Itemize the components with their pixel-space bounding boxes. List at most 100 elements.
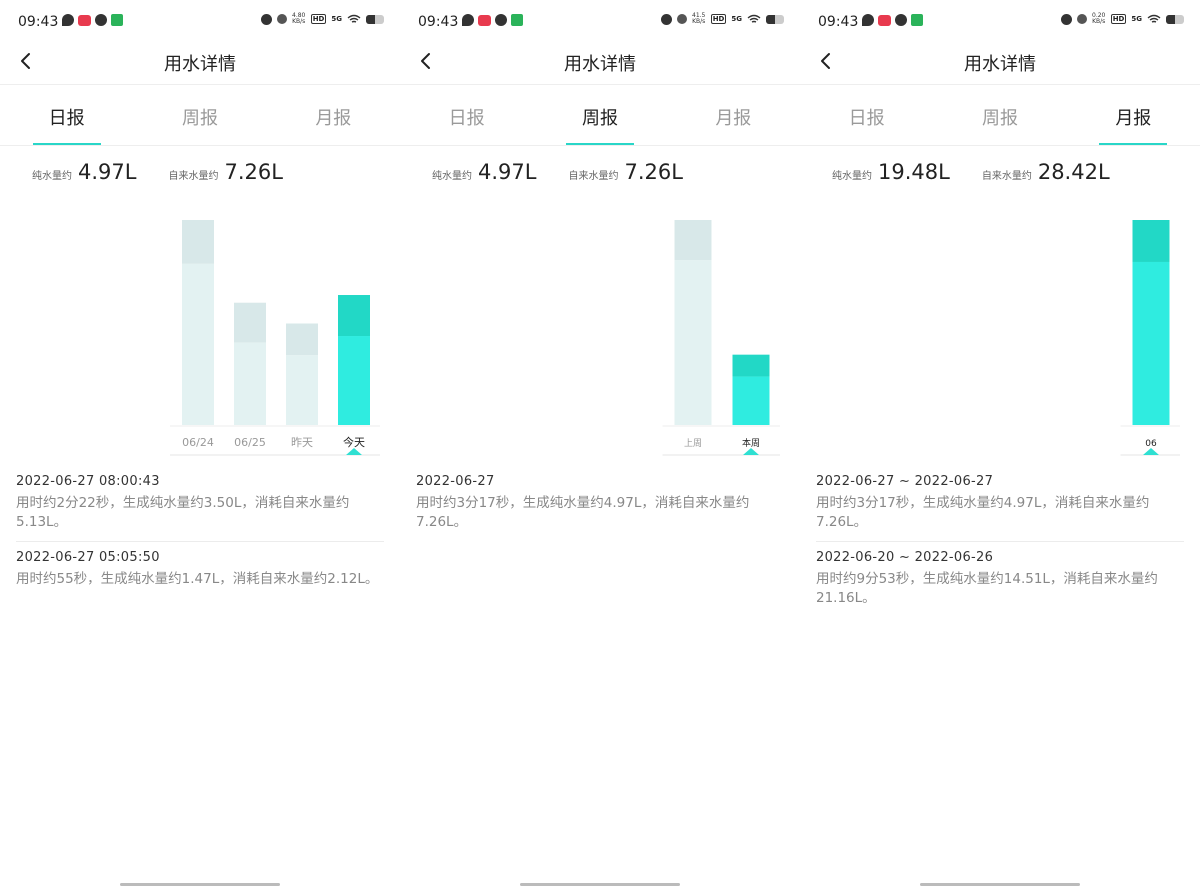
bar-bottom-segment xyxy=(732,376,770,425)
wifi-icon xyxy=(1147,14,1161,23)
app-notification-icon xyxy=(78,14,91,26)
net-speed-unit: KB/s xyxy=(292,18,306,25)
battery-icon xyxy=(766,14,784,24)
page-title: 用水详情 xyxy=(164,54,236,75)
hd-badge: HD xyxy=(1110,14,1127,24)
alarm-icon xyxy=(1060,13,1072,25)
record-date: 2022-06-27 05:05:50 xyxy=(16,550,160,565)
nav-bar: 用水详情 xyxy=(0,44,400,84)
x-tick-label: 06/24 xyxy=(182,436,214,449)
usage-summary: 纯水量约 4.97L 自来水量约 7.26L xyxy=(432,160,715,190)
download-icon xyxy=(111,14,123,26)
pure-water-label: 纯水量约 xyxy=(32,171,72,182)
home-indicator[interactable] xyxy=(520,883,680,886)
hd-badge: HD xyxy=(710,14,727,24)
tab-weekly[interactable]: 周报 xyxy=(533,85,666,145)
report-tabs: 日报 周报 月报 xyxy=(0,85,400,145)
record-date: 2022-06-27 xyxy=(416,474,495,489)
record-description: 用时约3分17秒，生成纯水量约4.97L，消耗自来水量约7.26L。 xyxy=(816,495,1150,530)
selected-marker xyxy=(1143,448,1159,455)
usage-summary: 纯水量约 4.97L 自来水量约 7.26L xyxy=(32,160,315,190)
tab-daily[interactable]: 日报 xyxy=(0,85,133,145)
app-notification-icon xyxy=(478,14,491,26)
bar-top-segment xyxy=(286,323,318,356)
bar-bottom-segment xyxy=(286,355,318,425)
bar-bottom-segment xyxy=(1132,261,1170,425)
alarm-icon xyxy=(260,13,272,25)
battery-icon xyxy=(366,14,384,24)
status-bar: 09:43 41.5 KB/s HD 5G xyxy=(400,0,800,44)
download-icon xyxy=(911,14,923,26)
bar-bottom-segment xyxy=(234,342,266,425)
pure-water-value: 4.97L xyxy=(78,160,137,184)
record-description: 用时约2分22秒，生成纯水量约3.50L，消耗自来水量约5.13L。 xyxy=(16,495,350,530)
tab-weekly[interactable]: 周报 xyxy=(933,85,1066,145)
tab-daily[interactable]: 日报 xyxy=(400,85,533,145)
nav-bar: 用水详情 xyxy=(400,44,800,84)
usage-records: 2022-06-27 08:00:43 用时约2分22秒，生成纯水量约3.50L… xyxy=(16,466,384,598)
list-item: 2022-06-27 05:05:50 用时约55秒，生成纯水量约1.47L，消… xyxy=(16,542,384,598)
usage-records: 2022-06-27 用时约3分17秒，生成纯水量约4.97L，消耗自来水量约7… xyxy=(416,466,784,541)
list-item: 2022-06-27 用时约3分17秒，生成纯水量约4.97L，消耗自来水量约7… xyxy=(416,466,784,541)
pure-water-value: 4.97L xyxy=(478,160,537,184)
status-time: 09:43 xyxy=(818,14,859,30)
tap-water-label: 自来水量约 xyxy=(568,171,619,182)
divider xyxy=(400,145,800,146)
x-tick-label: 今天 xyxy=(343,435,365,449)
page-title: 用水详情 xyxy=(964,54,1036,75)
mute-icon xyxy=(1076,14,1087,24)
x-tick-label: 06/25 xyxy=(234,436,266,449)
home-indicator[interactable] xyxy=(120,883,280,886)
tab-monthly[interactable]: 月报 xyxy=(1067,85,1200,145)
bar-bottom-segment xyxy=(674,260,712,425)
tab-daily[interactable]: 日报 xyxy=(800,85,933,145)
compass-icon xyxy=(95,14,107,26)
tab-monthly[interactable]: 月报 xyxy=(267,85,400,145)
bar-top-segment xyxy=(674,220,712,261)
mute-icon xyxy=(676,14,687,24)
nav-bar: 用水详情 xyxy=(800,44,1200,84)
x-tick-label: 上周 xyxy=(684,438,702,449)
usage-bar-chart: 06 xyxy=(1120,220,1180,456)
signal-5g: 5G xyxy=(1131,15,1142,23)
tab-monthly[interactable]: 月报 xyxy=(667,85,800,145)
divider xyxy=(0,145,400,146)
report-tabs: 日报 周报 月报 xyxy=(400,85,800,145)
system-icons: 41.5 KB/s HD 5G xyxy=(660,13,784,25)
record-description: 用时约3分17秒，生成纯水量约4.97L，消耗自来水量约7.26L。 xyxy=(416,495,750,530)
tab-weekly[interactable]: 周报 xyxy=(133,85,266,145)
pure-water-label: 纯水量约 xyxy=(832,171,872,182)
signal-5g: 5G xyxy=(331,15,342,23)
net-speed-unit: KB/s xyxy=(1092,18,1106,25)
record-date: 2022-06-20 ~ 2022-06-26 xyxy=(816,550,994,565)
list-item: 2022-06-27 ~ 2022-06-27 用时约3分17秒，生成纯水量约4… xyxy=(816,466,1184,542)
bar-top-segment xyxy=(1132,220,1170,262)
bar-top-segment xyxy=(338,295,370,337)
alarm-icon xyxy=(660,13,672,25)
tap-water-value: 28.42L xyxy=(1037,160,1110,184)
home-indicator[interactable] xyxy=(920,883,1080,886)
hd-badge: HD xyxy=(310,14,327,24)
selected-marker xyxy=(346,448,362,455)
tap-water-value: 7.26L xyxy=(224,160,283,184)
record-date: 2022-06-27 ~ 2022-06-27 xyxy=(816,474,994,489)
message-icon xyxy=(62,14,74,26)
system-icons: 0.20 KB/s HD 5G xyxy=(1060,13,1184,25)
x-tick-label: 本周 xyxy=(742,437,760,449)
notification-icons xyxy=(862,14,923,26)
app-notification-icon xyxy=(878,14,891,26)
x-tick-label: 06 xyxy=(1145,439,1157,449)
bar-bottom-segment xyxy=(338,336,370,425)
screen-monthly: 09:43 0.20 KB/s HD 5G 用水详情 日报 周报 月报 纯水量约… xyxy=(800,0,1200,888)
record-description: 用时约9分53秒，生成纯水量约14.51L，消耗自来水量约21.16L。 xyxy=(816,571,1158,606)
status-time: 09:43 xyxy=(418,14,459,30)
record-date: 2022-06-27 08:00:43 xyxy=(16,474,160,489)
divider xyxy=(800,145,1200,146)
bar-bottom-segment xyxy=(182,263,214,425)
wifi-icon xyxy=(747,14,761,23)
download-icon xyxy=(511,14,523,26)
page-title: 用水详情 xyxy=(564,54,636,75)
bar-top-segment xyxy=(234,302,266,343)
net-speed: 4.80 KB/s xyxy=(292,13,306,25)
tap-water-label: 自来水量约 xyxy=(981,171,1032,182)
